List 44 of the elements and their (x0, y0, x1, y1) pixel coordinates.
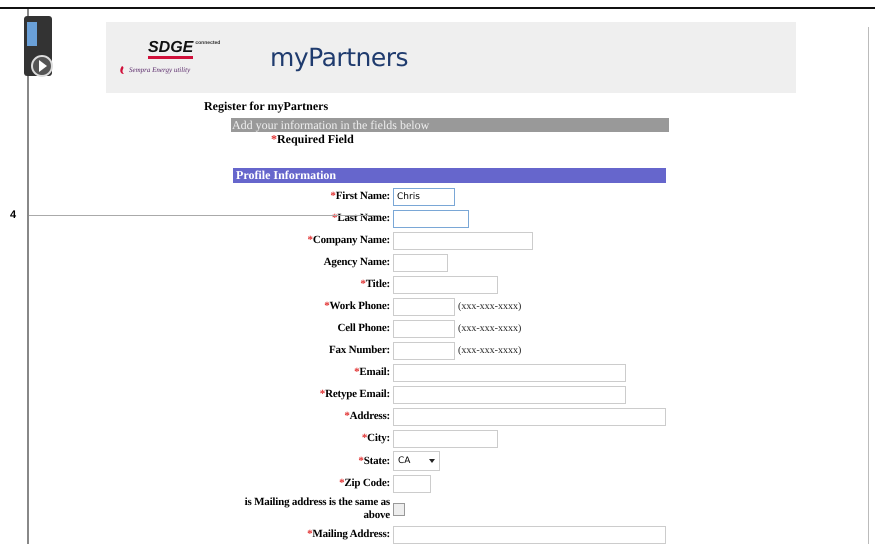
format-hint: (xxx-xxx-xxxx) (458, 301, 522, 312)
instructions-bar: Add your information in the fields below (231, 118, 669, 132)
field-label: *Zip Code: (338, 477, 390, 490)
field-label: *Work Phone: (323, 300, 390, 313)
input-field[interactable] (393, 408, 666, 426)
caret-icon (429, 459, 435, 463)
field-label: is Mailing address is the same as above (244, 496, 390, 522)
input-field[interactable] (393, 320, 455, 338)
input-field[interactable] (393, 364, 626, 382)
input-field[interactable] (393, 232, 533, 250)
flame-icon (118, 65, 127, 75)
field-label: Fax Number: (328, 344, 390, 357)
app-title: myPartners (270, 43, 408, 72)
field-label: *Retype Email: (318, 388, 390, 401)
input-field[interactable] (393, 276, 498, 294)
input-field[interactable] (393, 526, 666, 544)
input-field[interactable] (393, 254, 448, 272)
field-label: *Mailing Address: (306, 528, 390, 541)
section-header: Profile Information (233, 168, 666, 183)
input-field[interactable] (393, 430, 498, 448)
field-label: *Email: (353, 366, 390, 379)
input-field[interactable] (393, 386, 626, 404)
field-label: *State: (357, 454, 390, 468)
format-hint: (xxx-xxx-xxxx) (458, 345, 522, 356)
input-field[interactable] (393, 298, 455, 316)
field-label: *Address: (343, 410, 390, 423)
input-field[interactable] (393, 342, 455, 360)
video-player-icon[interactable] (24, 16, 56, 78)
field-label: Cell Phone: (336, 322, 390, 335)
field-label: *Title: (359, 278, 390, 291)
callout-number: 4 (8, 209, 18, 221)
input-field[interactable] (393, 474, 431, 492)
state-dropdown[interactable]: CA (393, 451, 440, 471)
checkbox[interactable] (393, 502, 405, 516)
field-label: Agency Name: (322, 256, 390, 269)
field-label: *Company Name: (306, 234, 390, 247)
page-title: Register for myPartners (204, 99, 330, 114)
logo-text: SDGE (148, 40, 194, 59)
field-label: *City: (360, 432, 390, 445)
input-field[interactable] (393, 210, 469, 228)
field-label: *First Name: (329, 190, 390, 203)
required-note: *Required Field (271, 132, 355, 147)
input-field[interactable]: Chris (393, 188, 455, 206)
format-hint: (xxx-xxx-xxxx) (458, 323, 522, 334)
